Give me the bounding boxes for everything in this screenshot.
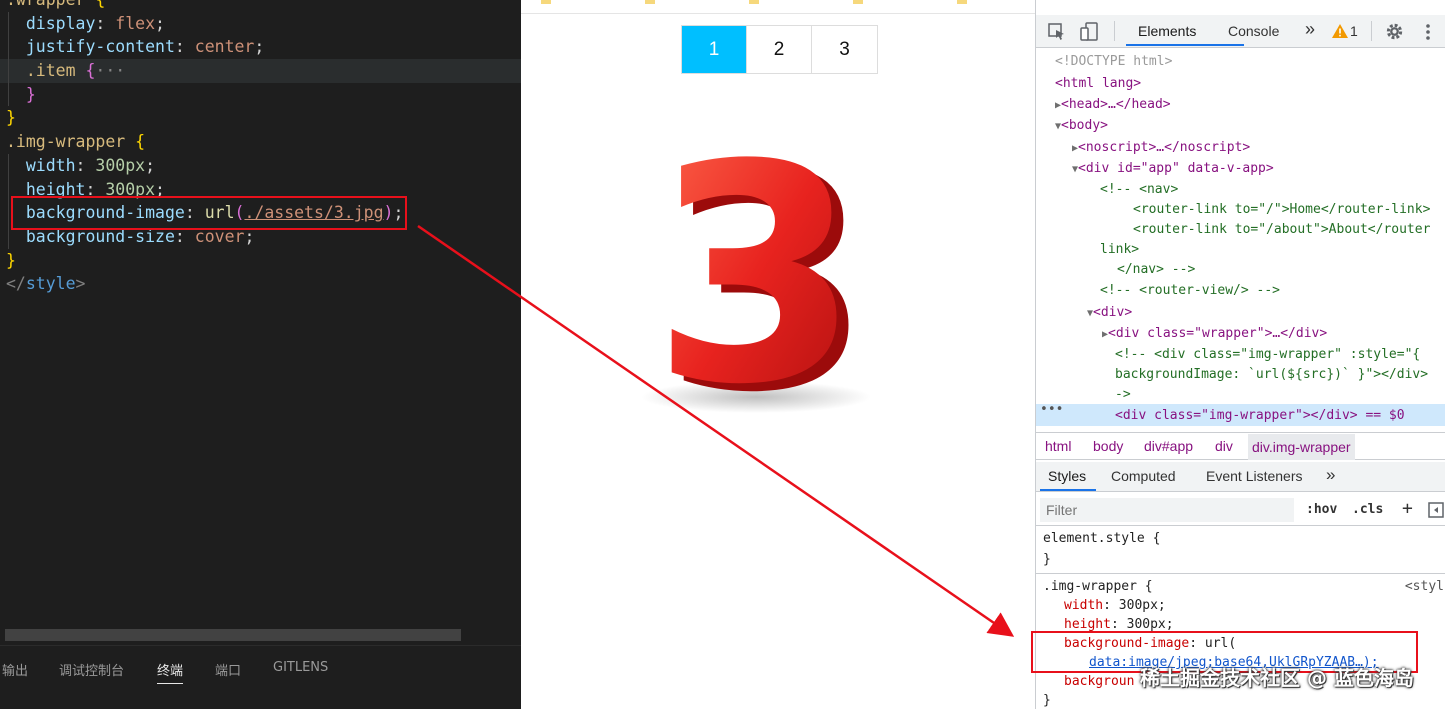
add-rule-button[interactable]: +: [1402, 498, 1413, 519]
code-line: }: [6, 250, 16, 270]
inspect-element-icon[interactable]: [1048, 23, 1066, 41]
tab-computed[interactable]: Computed: [1111, 468, 1176, 484]
page-button-2[interactable]: 2: [747, 26, 812, 73]
breadcrumb-html[interactable]: html: [1045, 438, 1071, 454]
code-line: .wrapper {: [0, 0, 521, 12]
rule-source-link[interactable]: <styl: [1405, 577, 1444, 596]
devtools-panel: Elements Console » 1 ••• <!DOCTYPE html>…: [1035, 0, 1445, 709]
code-line: justify-content: center;: [0, 35, 521, 60]
dom-node[interactable]: ▶<div class="wrapper">…</div>: [1102, 323, 1327, 344]
tab-styles[interactable]: Styles: [1048, 468, 1086, 484]
dom-comment[interactable]: link>: [1100, 239, 1139, 260]
warning-count: 1: [1350, 23, 1358, 39]
hov-toggle[interactable]: :hov: [1306, 502, 1337, 517]
dom-comment[interactable]: <!-- <div class="img-wrapper" :style="{: [1115, 344, 1420, 365]
code-line: </style>: [6, 274, 86, 294]
devtools-toolbar: Elements Console » 1: [1036, 15, 1445, 48]
dom-node[interactable]: ▼<div id="app" data-v-app>: [1072, 158, 1274, 179]
panel-tab-gitlens[interactable]: GITLENS: [273, 660, 328, 675]
panel-tab-debug-console[interactable]: 调试控制台: [59, 660, 124, 679]
digit-3-image: 3 3: [641, 101, 872, 458]
code-line: .img-wrapper {: [6, 132, 146, 152]
dom-comment[interactable]: ->: [1115, 384, 1131, 405]
dom-comment[interactable]: <router-link to="/about">About</router: [1133, 219, 1430, 240]
breadcrumb-body[interactable]: body: [1093, 438, 1123, 454]
page-button-3[interactable]: 3: [812, 26, 877, 73]
breadcrumb-div[interactable]: div: [1215, 438, 1233, 454]
dom-node[interactable]: <html lang>: [1055, 73, 1141, 94]
active-subtab-indicator: [1040, 489, 1096, 491]
panel-tab-ports[interactable]: 端口: [215, 660, 241, 679]
panel-tab-terminal[interactable]: 终端: [157, 660, 184, 684]
dom-node[interactable]: ▶<noscript>…</noscript>: [1072, 137, 1250, 158]
pager: 1 2 3: [681, 25, 878, 74]
dom-node-selected[interactable]: <div class="img-wrapper"></div> == $0: [1115, 405, 1405, 426]
element-style-rule: element.style { }: [1036, 529, 1445, 569]
horizontal-scrollbar[interactable]: [5, 629, 461, 641]
fold-ellipsis-icon: ···: [95, 61, 126, 81]
dom-node[interactable]: ▶<head>…</head>: [1055, 94, 1171, 115]
code-lines: .wrapper { display: flex; justify-conten…: [0, 0, 521, 296]
css-declaration[interactable]: width: 300px;: [1036, 596, 1445, 615]
dom-node[interactable]: <!DOCTYPE html>: [1055, 51, 1172, 72]
styles-subtabs: Styles Computed Event Listeners »: [1036, 462, 1445, 492]
code-line-folded[interactable]: .item {···: [0, 59, 521, 83]
page-button-1[interactable]: 1: [682, 26, 747, 73]
code-line: display: flex;: [0, 11, 521, 36]
dom-comment[interactable]: backgroundImage: `url(${src})` }"></div>: [1115, 364, 1428, 385]
cls-toggle[interactable]: .cls: [1352, 502, 1383, 517]
dom-comment[interactable]: <!-- <router-view/> -->: [1100, 280, 1280, 301]
more-tabs-icon[interactable]: »: [1305, 19, 1315, 40]
dom-tree: <!DOCTYPE html> <html lang> ▶<head>…</he…: [1036, 51, 1445, 431]
more-subtabs-icon[interactable]: »: [1326, 465, 1335, 485]
panel-tabs: 输出 调试控制台 终端 端口 GITLENS: [0, 645, 521, 709]
highlight-box-code: [11, 196, 407, 230]
svg-text:3: 3: [652, 115, 861, 415]
tab-console[interactable]: Console: [1228, 23, 1279, 39]
device-toolbar-icon[interactable]: [1080, 22, 1100, 42]
warning-icon[interactable]: [1332, 24, 1348, 38]
more-options-icon[interactable]: [1425, 23, 1431, 41]
code-line: }: [0, 82, 521, 107]
bookmark-bar: [521, 0, 1035, 14]
page-preview: 1 2 3 3 3: [521, 0, 1035, 709]
styles-filter-input[interactable]: [1040, 498, 1294, 522]
breadcrumb: html body div#app div div.img-wrapper: [1036, 432, 1445, 460]
toggle-sidebar-icon[interactable]: [1428, 502, 1444, 518]
code-line: width: 300px;: [0, 153, 521, 178]
element-style-close: }: [1043, 552, 1051, 567]
dom-comment[interactable]: <router-link to="/">Home</router-link>: [1133, 199, 1430, 220]
breadcrumb-img-wrapper[interactable]: div.img-wrapper: [1248, 434, 1355, 460]
rule-close: }: [1043, 693, 1051, 708]
dom-node[interactable]: ▼<div>: [1087, 302, 1132, 323]
dom-node[interactable]: ▼<body>: [1055, 115, 1108, 136]
element-style-selector[interactable]: element.style {: [1036, 529, 1445, 548]
code-line: }: [6, 108, 16, 128]
img-wrapper: 3 3: [606, 101, 906, 458]
breadcrumb-div-app[interactable]: div#app: [1144, 438, 1193, 454]
dom-comment[interactable]: <!-- <nav>: [1100, 179, 1178, 200]
watermark: 稀土掘金技术社区 @ 蓝色海岛: [1140, 666, 1414, 690]
gear-icon[interactable]: [1385, 22, 1404, 41]
rule-selector[interactable]: .img-wrapper {<styl: [1036, 577, 1445, 596]
tab-elements[interactable]: Elements: [1138, 23, 1196, 39]
code-editor[interactable]: .wrapper { display: flex; justify-conten…: [0, 0, 521, 709]
dom-comment[interactable]: </nav> -->: [1117, 259, 1195, 280]
styles-filter-row: :hov .cls +: [1036, 494, 1445, 526]
active-tab-indicator: [1126, 44, 1244, 46]
tab-event-listeners[interactable]: Event Listeners: [1206, 468, 1303, 484]
panel-tab-output[interactable]: 输出: [2, 660, 28, 679]
